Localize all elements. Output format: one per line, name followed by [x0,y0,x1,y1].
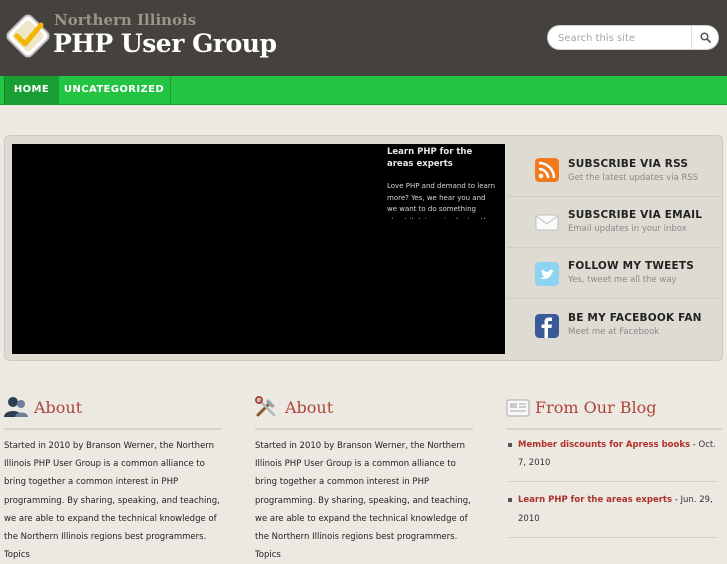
search-input[interactable] [558,30,686,46]
twitter-icon [535,262,559,286]
subscribe-rss-title[interactable]: SUBSCRIBE VIA RSS [568,158,688,170]
envelope-icon [535,214,559,231]
follow-twitter-desc: Yes, tweet me all the way [568,275,677,285]
search-box [547,25,719,50]
site-name-big[interactable]: PHP User Group [53,29,277,58]
subscribe-email-desc: Email updates in your inbox [568,224,687,234]
featured-slider[interactable] [12,144,505,354]
facebook-fan-desc: Meet me at Facebook [568,327,660,337]
blog-post-list: Member discounts for Apress books - Oct.… [508,436,718,547]
blog-post-link[interactable]: Member discounts for Apress books [518,440,690,450]
slide-excerpt: Love PHP and demand to learn more? Yes, … [387,182,496,219]
nav-uncategorized[interactable]: UNCATEGORIZED [58,76,171,104]
subscribe-email[interactable]: SUBSCRIBE VIA EMAIL Email updates in you… [507,197,722,248]
list-item: Member discounts for Apress books - Oct.… [508,436,718,483]
search-button[interactable] [691,26,718,49]
subscribe-rss-desc: Get the latest updates via RSS [568,173,699,183]
newspaper-icon [506,399,530,417]
site-name-small[interactable]: Northern Illinois [54,11,196,29]
about-title: About [34,398,83,417]
subscribe-email-title[interactable]: SUBSCRIBE VIA EMAIL [568,209,702,221]
divider [255,428,473,430]
facebook-fan-title[interactable]: BE MY FACEBOOK FAN [568,312,702,324]
search-icon [699,32,711,43]
main-nav: HOME UNCATEGORIZED [0,76,727,105]
users-icon [4,397,28,417]
about-title-2: About [285,398,334,417]
tools-icon [255,396,276,417]
facebook-icon [535,314,559,338]
follow-twitter-title[interactable]: FOLLOW MY TWEETS [568,260,694,272]
site-header: Northern Illinois PHP User Group [0,0,727,76]
slide-title[interactable]: Learn PHP for the areas experts [387,146,497,170]
blog-post-link[interactable]: Learn PHP for the areas experts [518,495,672,505]
nav-home[interactable]: HOME [4,76,59,104]
divider [506,428,722,430]
checkmark-logo-icon[interactable] [5,13,51,59]
divider [4,428,222,430]
follow-twitter[interactable]: FOLLOW MY TWEETS Yes, tweet me all the w… [507,248,722,299]
rss-icon [535,158,559,182]
subscribe-rss[interactable]: SUBSCRIBE VIA RSS Get the latest updates… [507,146,722,197]
list-item: Learn PHP for the areas experts - Jun. 2… [508,491,718,538]
facebook-fan[interactable]: BE MY FACEBOOK FAN Meet me at Facebook [507,299,722,349]
blog-title: From Our Blog [535,398,657,417]
